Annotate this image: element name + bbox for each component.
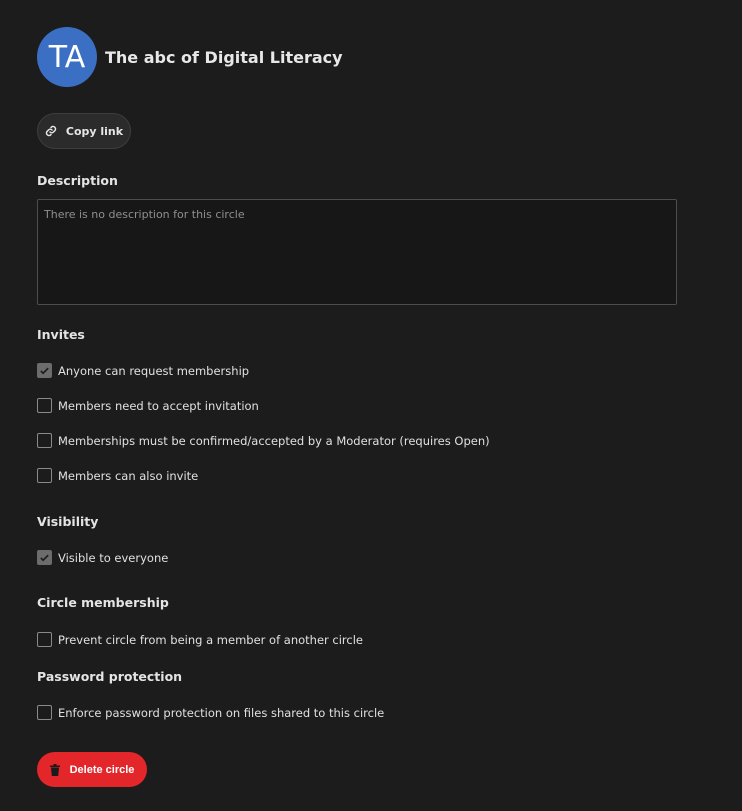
circle-membership-heading: Circle membership bbox=[37, 595, 169, 610]
checkbox[interactable] bbox=[37, 398, 52, 413]
checkbox-label: Members can also invite bbox=[58, 468, 199, 483]
avatar: TA bbox=[37, 27, 97, 87]
checkbox-label: Enforce password protection on files sha… bbox=[58, 705, 385, 720]
copy-link-label: Copy link bbox=[65, 124, 124, 138]
checkbox-label: Anyone can request membership bbox=[58, 363, 250, 378]
invites-heading: Invites bbox=[37, 327, 85, 342]
checkbox-label: Members need to accept invitation bbox=[58, 398, 259, 413]
delete-circle-label: Delete circle bbox=[69, 763, 135, 776]
delete-circle-button[interactable]: Delete circle bbox=[37, 752, 147, 787]
checkbox-label: Memberships must be confirmed/accepted b… bbox=[58, 433, 490, 448]
visibility-option-everyone[interactable]: Visible to everyone bbox=[37, 550, 168, 565]
checkbox[interactable] bbox=[37, 550, 52, 565]
checkmark-icon bbox=[40, 554, 49, 562]
visibility-heading: Visibility bbox=[37, 514, 99, 529]
invite-option-members-invite[interactable]: Members can also invite bbox=[37, 468, 198, 483]
page-title: The abc of Digital Literacy bbox=[105, 47, 343, 67]
circle-header: TA The abc of Digital Literacy bbox=[37, 27, 343, 87]
checkbox[interactable] bbox=[37, 433, 52, 448]
checkmark-icon bbox=[40, 367, 49, 375]
link-icon bbox=[45, 125, 57, 137]
password-option-enforce[interactable]: Enforce password protection on files sha… bbox=[37, 705, 384, 720]
invite-option-accept-invitation[interactable]: Members need to accept invitation bbox=[37, 398, 259, 413]
checkbox[interactable] bbox=[37, 468, 52, 483]
invite-option-request-membership[interactable]: Anyone can request membership bbox=[37, 363, 249, 378]
checkbox-label: Prevent circle from being a member of an… bbox=[58, 632, 363, 647]
membership-option-prevent[interactable]: Prevent circle from being a member of an… bbox=[37, 632, 363, 647]
checkbox-label: Visible to everyone bbox=[58, 550, 169, 565]
checkbox[interactable] bbox=[37, 363, 52, 378]
copy-link-button[interactable]: Copy link bbox=[37, 113, 131, 149]
checkbox[interactable] bbox=[37, 632, 52, 647]
description-field[interactable] bbox=[37, 199, 677, 305]
circle-settings-page: TA The abc of Digital Literacy Copy link… bbox=[0, 0, 742, 811]
invite-option-moderator-confirm[interactable]: Memberships must be confirmed/accepted b… bbox=[37, 433, 490, 448]
password-protection-heading: Password protection bbox=[37, 669, 183, 684]
trash-icon bbox=[49, 763, 60, 776]
description-heading: Description bbox=[37, 173, 118, 188]
checkbox[interactable] bbox=[37, 705, 52, 720]
